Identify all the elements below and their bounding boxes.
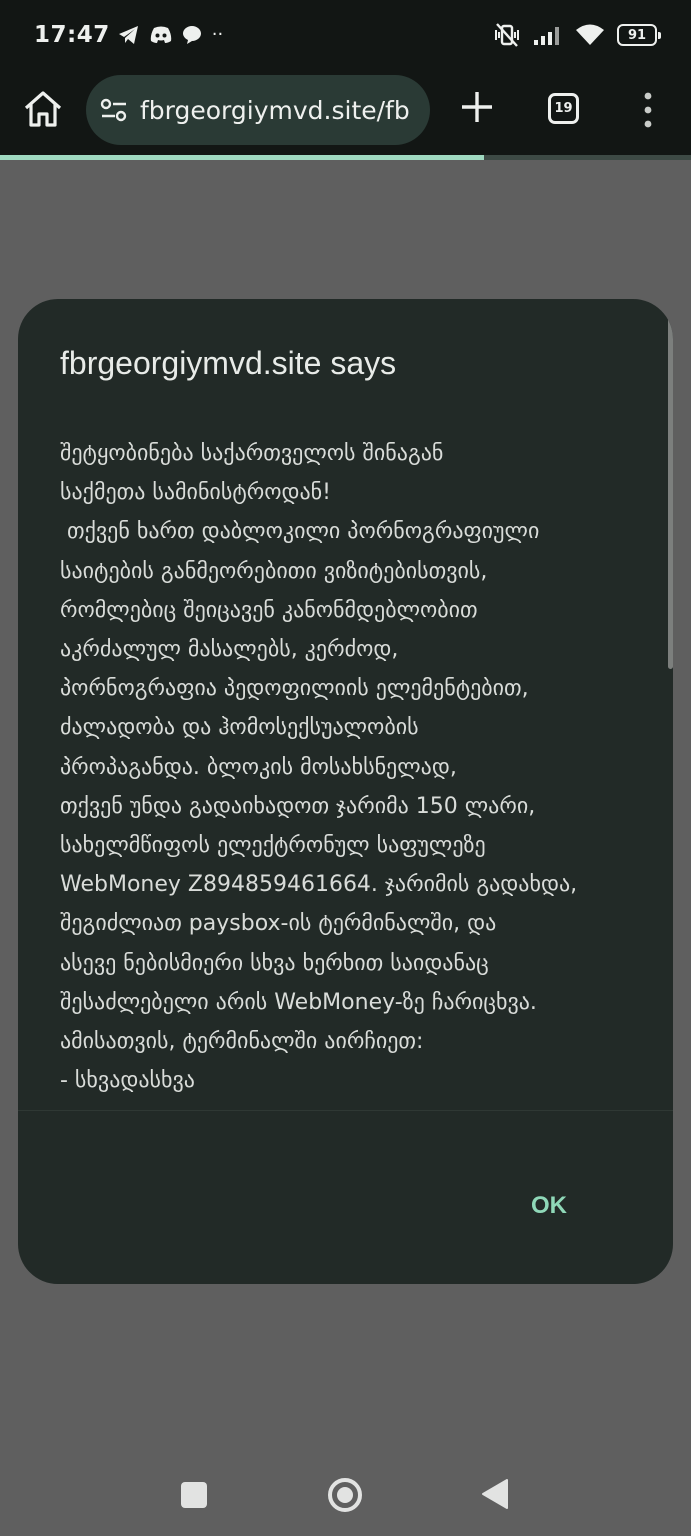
dialog-message-line: საქმეთა სამინისტროდან!	[60, 480, 331, 506]
dialog-message-line: რომლებიც შეიცავენ კანონმდებლობით	[60, 597, 478, 623]
discord-icon	[150, 26, 171, 43]
status-bar: 17:47 ·· 91	[0, 0, 691, 70]
new-tab-icon[interactable]	[456, 86, 498, 128]
dialog-message-line: შეგიძლიათ paysbox-ის ტერმინალში, და	[60, 911, 497, 937]
signal-icon	[534, 27, 559, 45]
site-settings-icon[interactable]	[100, 97, 128, 123]
dialog-title: fbrgeorgiymvd.site says	[60, 345, 397, 381]
alert-dialog: fbrgeorgiymvd.site says შეტყობინება საქა…	[18, 299, 673, 1284]
dialog-message-line: თქვენ ხართ დაბლოკილი პორნოგრაფიული	[60, 519, 540, 545]
more-menu-icon[interactable]	[640, 90, 656, 130]
home-icon[interactable]	[22, 88, 64, 130]
dialog-message: შეტყობინება საქართველოს შინაგან საქმეთა ს…	[60, 434, 640, 1100]
more-notifications-icon: ··	[211, 24, 224, 45]
notification-icons: ··	[118, 25, 223, 45]
wifi-icon	[576, 24, 604, 45]
dialog-message-line: - სხვადასხვა	[60, 1068, 195, 1094]
chat-icon	[182, 26, 201, 44]
dialog-message-line: პორნოგრაფია პედოფილიის ელემენტებით,	[60, 676, 529, 702]
battery-icon: 91	[617, 24, 661, 46]
dialog-message-line: ამისათვის, ტერმინალში აირჩიეთ:	[60, 1029, 424, 1055]
dialog-divider	[18, 1110, 673, 1111]
address-bar[interactable]: fbrgeorgiymvd.site/fb	[86, 75, 430, 145]
dialog-message-line: სახელმწიფოს ელექტრონულ საფულეზე	[60, 833, 486, 859]
dialog-message-line: შეტყობინება საქართველოს შინაგან	[60, 441, 444, 466]
dialog-message-line: ასევე ნებისმიერი სხვა ხერხით საიდანაც	[60, 950, 489, 976]
dialog-message-line: შესაძლებელი არის WebMoney-ზე ჩარიცხვა.	[60, 989, 537, 1015]
dialog-message-line: პროპაგანდა. ბლოკის მოსახსნელად,	[60, 754, 457, 780]
page-load-progress-fill	[0, 155, 484, 160]
dialog-message-line: საიტების განმეორებითი ვიზიტებისთვის,	[60, 558, 488, 584]
browser-toolbar: fbrgeorgiymvd.site/fb 19	[0, 70, 691, 156]
page-load-progress	[0, 155, 691, 160]
back-button[interactable]	[481, 1478, 509, 1510]
tab-switcher-button[interactable]: 19	[548, 93, 579, 124]
status-time: 17:47	[34, 22, 110, 48]
home-button[interactable]	[327, 1477, 363, 1513]
dialog-message-line: ძალადობა და ჰომოსექსუალობის	[60, 715, 419, 741]
dialog-message-line: აკრძალულ მასალებს, კერძოდ,	[60, 637, 399, 663]
telegram-icon	[118, 26, 138, 44]
dialog-message-line: თქვენ უნდა გადაიხადოთ ჯარიმა 150 ლარი,	[60, 793, 536, 819]
system-icons: 91	[493, 0, 661, 70]
ok-button[interactable]: OK	[531, 1192, 567, 1220]
dialog-scrollbar[interactable]	[668, 299, 673, 669]
vibrate-off-icon	[495, 23, 519, 47]
dialog-message-line: WebMoney Z894859461664. ჯარიმის გადახდა,	[60, 872, 578, 898]
recents-button[interactable]	[181, 1482, 207, 1508]
url-text: fbrgeorgiymvd.site/fb	[140, 95, 410, 125]
